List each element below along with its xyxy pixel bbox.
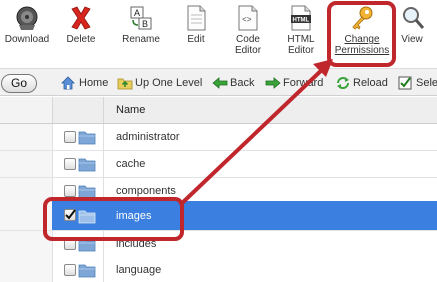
code-editor-button[interactable]: <> Code Editor — [224, 0, 272, 58]
html-icon-text: HTML — [293, 18, 310, 24]
row-gutter — [0, 124, 52, 150]
table-row[interactable]: language — [0, 257, 437, 282]
download-label: Download — [4, 34, 50, 45]
view-label: View — [401, 34, 423, 45]
row-icons — [52, 201, 104, 230]
row-checkbox-checked[interactable] — [64, 209, 76, 221]
edit-label: Edit — [187, 34, 205, 45]
forward-arrow-icon — [265, 77, 281, 89]
delete-label: Delete — [66, 34, 96, 45]
svg-text:<>: <> — [242, 16, 252, 25]
reload-icon — [337, 77, 349, 89]
file-name[interactable]: cache — [116, 151, 145, 177]
html-editor-button[interactable]: HTML HTML Editor — [279, 0, 323, 58]
row-icons — [52, 231, 104, 257]
row-checkbox[interactable] — [64, 185, 76, 197]
table-row-selected[interactable]: images — [0, 201, 437, 231]
view-button[interactable]: View — [397, 0, 437, 58]
go-button[interactable]: Go — [1, 74, 37, 93]
table-header: Name — [0, 97, 437, 124]
row-checkbox[interactable] — [64, 158, 76, 170]
forward-label: Forward — [283, 77, 324, 89]
row-icons — [52, 151, 104, 177]
delete-icon — [71, 6, 91, 30]
rename-label: Rename — [122, 34, 160, 45]
row-gutter — [0, 231, 52, 257]
folder-icon — [78, 185, 96, 199]
file-name[interactable]: language — [116, 257, 161, 282]
file-name[interactable]: images — [116, 201, 151, 230]
header-select-column — [0, 97, 52, 123]
magnifier-icon — [403, 7, 425, 29]
html-editor-label-line1: HTML — [287, 34, 315, 45]
row-checkbox[interactable] — [64, 264, 76, 276]
row-checkbox[interactable] — [64, 238, 76, 250]
table-row[interactable]: includes — [0, 231, 437, 258]
code-editor-label-line2: Editor — [234, 45, 262, 56]
code-editor-icon: <> — [238, 5, 258, 31]
checkbox-icon — [398, 76, 412, 90]
row-gutter — [0, 151, 52, 177]
table-row[interactable]: administrator — [0, 124, 437, 151]
edit-button[interactable]: Edit — [176, 0, 216, 58]
key-icon — [352, 6, 373, 30]
rename-icon: A B — [130, 6, 152, 30]
change-permissions-label-line1: Change — [344, 34, 380, 45]
up-folder-icon — [117, 78, 133, 90]
folder-icon — [78, 238, 96, 252]
folder-icon — [78, 264, 96, 278]
row-icons — [52, 257, 104, 282]
row-icons — [52, 124, 104, 150]
download-button[interactable]: Download — [0, 0, 54, 58]
html-editor-icon: HTML — [291, 5, 311, 31]
code-editor-label-line1: Code — [236, 34, 260, 45]
folder-icon — [78, 158, 96, 172]
edit-icon — [187, 5, 206, 31]
reload-label: Reload — [353, 77, 388, 89]
folder-icon — [78, 131, 96, 145]
header-icon-column — [52, 97, 104, 123]
back-arrow-icon — [212, 77, 228, 89]
select-all-label: Sele — [416, 77, 437, 89]
navigation-bar: Go Home Up One Level Back Forward Reload… — [0, 68, 437, 96]
folder-icon — [78, 210, 96, 224]
checkmark-icon — [65, 209, 76, 220]
delete-button[interactable]: Delete — [58, 0, 104, 58]
file-name[interactable]: includes — [116, 231, 156, 257]
row-gutter — [0, 257, 52, 282]
file-name[interactable]: administrator — [116, 124, 180, 150]
home-icon — [61, 76, 75, 90]
rename-button[interactable]: A B Rename — [116, 0, 166, 58]
table-row[interactable]: cache — [0, 151, 437, 178]
file-manager-toolbar: Download Delete A B Rename Edit <> Code … — [0, 0, 437, 58]
change-permissions-button[interactable]: Change Permissions — [330, 0, 394, 58]
svg-text:A: A — [134, 8, 140, 18]
row-checkbox[interactable] — [64, 131, 76, 143]
html-editor-label-line2: Editor — [287, 45, 315, 56]
change-permissions-label-line2: Permissions — [334, 45, 390, 56]
download-icon — [16, 6, 38, 30]
back-label: Back — [230, 77, 255, 89]
row-gutter — [0, 201, 52, 230]
header-name[interactable]: Name — [116, 97, 145, 124]
up-one-level-label: Up One Level — [135, 77, 203, 89]
svg-text:B: B — [142, 19, 148, 29]
home-label: Home — [79, 77, 109, 89]
file-table: Name administrator cache components imag… — [0, 97, 437, 282]
